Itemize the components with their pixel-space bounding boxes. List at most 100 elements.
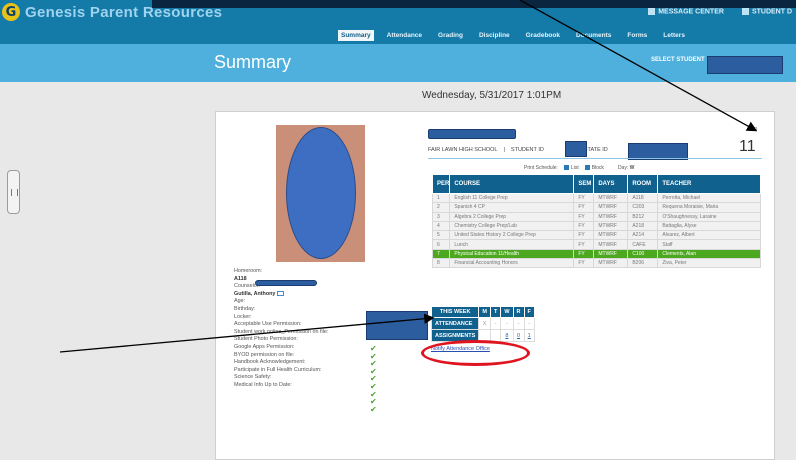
permission-label: Participate in Full Health Curriculum: (234, 366, 322, 373)
table-cell: 6 (431, 239, 451, 250)
table-cell: Lunch (449, 239, 575, 250)
school-name: FAIR LAWN HIGH SCHOOL (428, 147, 498, 153)
table-row: 2 Spanish 4 CP FY MTWRF C203 Requena Moraisie… (431, 202, 761, 213)
permission-label: Student Photo Permission: (234, 336, 298, 343)
table-cell: MTWRF (593, 192, 629, 204)
table-cell: CAFE (627, 239, 659, 250)
table-cell: MTWRF (593, 202, 629, 213)
table-cell: Staff (657, 239, 761, 250)
table-cell: FY (573, 239, 595, 250)
column-header: SEM (573, 174, 595, 194)
genesis-logo-icon: G (2, 3, 20, 21)
table-cell: 5 (431, 230, 451, 241)
redacted-student-select[interactable] (707, 56, 783, 74)
table-cell: A218 (627, 220, 659, 232)
table-cell: FY (573, 220, 595, 232)
table-cell: C203 (627, 202, 659, 213)
attendance-label: ATTENDANCE (430, 317, 480, 330)
permission-label: Science Safety: (234, 374, 272, 381)
day-selector[interactable]: Day: W (618, 165, 634, 171)
tab-gradebook[interactable]: Gradebook (523, 30, 563, 41)
tab-grading[interactable]: Grading (435, 30, 466, 41)
this-week-table: THIS WEEK M T W R F ATTENDANCE X - - - -… (430, 306, 535, 342)
permission-label: Student work online_Permission on file: (234, 328, 329, 335)
mail-icon (648, 8, 656, 15)
table-row: 5 United States History 2 College Prep FY M… (431, 230, 761, 241)
tab-documents[interactable]: Documents (573, 30, 614, 41)
table-cell: O'Shaughnessy, Laraine (657, 211, 761, 222)
table-cell: B212 (627, 211, 659, 222)
tab-forms[interactable]: Forms (624, 30, 650, 41)
permission-label: Medical Info Up to Date: (234, 381, 292, 388)
page-header: Summary SELECT STUDENT (0, 44, 796, 82)
select-student-label[interactable]: SELECT STUDENT (651, 57, 705, 63)
table-cell: Clements, Alan (657, 248, 761, 260)
table-cell: A214 (627, 230, 659, 241)
tab-attendance[interactable]: Attendance (384, 30, 425, 41)
top-band (152, 0, 796, 8)
attendance-cell: - (512, 317, 525, 330)
table-cell: MTWRF (593, 239, 629, 250)
assignments-link[interactable]: 1 (523, 329, 535, 342)
table-cell: 2 (431, 202, 451, 213)
email-counselor-icon[interactable] (277, 290, 285, 296)
table-cell: Battaglia, Alyse (657, 220, 761, 232)
message-center-link[interactable]: MESSAGE CENTER (648, 8, 724, 15)
week-header-row: THIS WEEK M T W R F (430, 306, 535, 318)
redacted-homeroom-teacher (255, 280, 317, 286)
table-cell: Chemistry College Prep/Lab (449, 220, 575, 232)
table-cell: Physical Education 11/Health (449, 248, 575, 260)
column-header: W (500, 306, 514, 318)
grade-label: GR (750, 127, 758, 133)
tab-discipline[interactable]: Discipline (476, 30, 513, 41)
brand[interactable]: G Genesis Parent Resources (0, 0, 222, 24)
table-row: 3 Algebra 2 College Prep FY MTWRF B212 O'Shau… (431, 211, 761, 222)
assignments-link[interactable]: 0 (512, 329, 525, 342)
print-icon (563, 165, 569, 171)
print-list-button[interactable]: List (563, 165, 579, 171)
counselor-name: Gutilla, Anthony (234, 291, 328, 299)
print-block-button[interactable]: Block (584, 165, 604, 171)
table-cell: Algebra 2 College Prep (449, 211, 575, 222)
table-row: 7 Physical Education 11/Health FY MTWRF C100… (431, 248, 761, 260)
table-cell: FY (573, 202, 595, 213)
locker-label: Locker: (234, 313, 252, 320)
tab-summary[interactable]: Summary (338, 30, 374, 41)
table-cell: MTWRF (593, 248, 629, 260)
grade-value: 11 (739, 138, 756, 155)
table-cell: Ziva, Peter (657, 258, 761, 269)
table-cell: 4 (431, 220, 451, 232)
brand-name: Genesis Parent Resources (25, 3, 223, 21)
column-header: DAYS (593, 174, 629, 194)
table-cell: MTWRF (593, 211, 629, 222)
schedule-table: PER COURSE SEM DAYS ROOM TEACHER 1 Englis… (431, 174, 761, 269)
table-cell: Financial Accounting Honors (449, 258, 575, 269)
redacted-annotation-box (366, 311, 428, 340)
table-cell: B206 (627, 258, 659, 269)
table-row: 1 English 11 College Prep FY MTWRF A118 Perro… (431, 192, 761, 204)
table-cell: Spanish 4 CP (449, 202, 575, 213)
table-cell: FY (573, 211, 595, 222)
student-id-label: STUDENT ID (510, 147, 544, 153)
column-header: ROOM (627, 174, 659, 194)
table-cell: A118 (627, 192, 659, 204)
permission-label: BYOD permission on file: (234, 351, 295, 358)
nav-bar: Summary Attendance Grading Discipline Gr… (0, 30, 796, 44)
age-label: Age: (234, 298, 246, 305)
sidebar-toggle-handle[interactable] (7, 170, 20, 214)
print-icon (584, 165, 590, 171)
top-links: MESSAGE CENTER STUDENT D (648, 8, 792, 15)
print-schedule: Print Schedule: List Block Day: W (524, 165, 634, 171)
table-cell: MTWRF (593, 258, 629, 269)
assignments-link[interactable]: 8 (500, 329, 514, 342)
column-header: PER (431, 174, 451, 194)
column-header: THIS WEEK (430, 306, 480, 318)
column-header: F (523, 306, 535, 318)
table-row: 6 Lunch FY MTWRF CAFE Staff (431, 239, 761, 250)
tab-letters[interactable]: Letters (660, 30, 688, 41)
student-data-link[interactable]: STUDENT D (741, 8, 792, 15)
table-cell: English 11 College Prep (449, 192, 575, 204)
table-cell: FY (573, 230, 595, 241)
attendance-cell: - (489, 317, 502, 330)
print-schedule-label: Print Schedule: (524, 165, 558, 171)
